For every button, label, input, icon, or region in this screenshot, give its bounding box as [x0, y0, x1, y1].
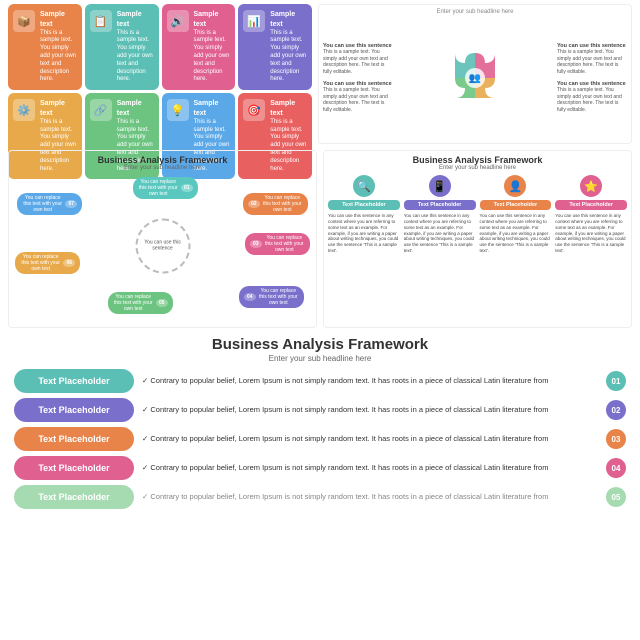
card-icon-4: 📊 [243, 10, 265, 32]
circular-title: Business Analysis Framework [13, 155, 312, 165]
card-text-2: Sample textThis is a sample text. You si… [117, 10, 154, 84]
card-icon-3: 🔊 [167, 10, 189, 32]
puzzle-right-desc-2: This is a sample text. You simply add yo… [557, 87, 627, 113]
list-num-5: 05 [606, 487, 626, 507]
bottom-section: Business Analysis Framework Enter your s… [0, 330, 640, 513]
circular-subtitle: Enter your sub headline here [13, 165, 312, 171]
col-header-4: Text Placeholder [555, 200, 627, 210]
list-row-1: Text Placeholder ✓ Contrary to popular b… [14, 369, 626, 393]
card-icon-1: 📦 [13, 10, 35, 32]
list-content-4: ✓ Contrary to popular belief, Lorem Ipsu… [142, 462, 598, 473]
col-body-2: You can use this sentence in any context… [404, 213, 476, 254]
list-content-1: ✓ Contrary to popular belief, Lorem Ipsu… [142, 375, 598, 386]
circle-center: You can use this sentence [135, 218, 190, 273]
list-num-4: 04 [606, 458, 626, 478]
puzzle-right-item-2: You can use this sentence This is a samp… [557, 81, 627, 113]
list-row-5: Text Placeholder ✓ Contrary to popular b… [14, 485, 626, 509]
col-header-2: Text Placeholder [404, 200, 476, 210]
col-icon-1: 🔍 [328, 175, 400, 197]
circ-item-3: 03 You can replace this text with your o… [245, 233, 310, 255]
svg-text:👥: 👥 [469, 73, 481, 84]
circular-diagram: You can use this sentence You can replac… [13, 173, 312, 318]
col-icon-3: 👤 [480, 175, 552, 197]
column-headers-row: Text Placeholder Text Placeholder Text P… [328, 200, 627, 210]
puzzle-right-item-1: You can use this sentence This is a samp… [557, 43, 627, 75]
list-label-4: Text Placeholder [14, 456, 134, 480]
card-icon-8: 🎯 [243, 99, 265, 121]
column-title: Business Analysis Framework [328, 155, 627, 165]
card-1: 📦 Sample textThis is a sample text. You … [8, 4, 82, 90]
puzzle-svg: 👥 [430, 33, 520, 123]
card-3: 🔊 Sample textThis is a sample text. You … [162, 4, 236, 90]
bottom-subtitle: Enter your sub headline here [14, 354, 626, 363]
col-body-1: You can use this sentence in any context… [328, 213, 400, 254]
col-body-3: You can use this sentence in any context… [480, 213, 552, 254]
bottom-title: Business Analysis Framework [14, 336, 626, 353]
puzzle-panel: Enter your sub headline here You can use… [318, 4, 632, 144]
circ-item-7: You can replace this text with your own … [17, 193, 82, 215]
circ-item-4: 04 You can replace this text with your o… [239, 286, 304, 308]
list-content-3: ✓ Contrary to popular belief, Lorem Ipsu… [142, 433, 598, 444]
card-icon-6: 🔗 [90, 99, 112, 121]
circular-framework: Business Analysis Framework Enter your s… [8, 150, 317, 328]
card-2: 📋 Sample textThis is a sample text. You … [85, 4, 159, 90]
card-text-3: Sample textThis is a sample text. You si… [194, 10, 231, 84]
list-num-2: 02 [606, 400, 626, 420]
list-label-3: Text Placeholder [14, 427, 134, 451]
column-icons-row: 🔍 📱 👤 ⭐ [328, 175, 627, 197]
puzzle-right-desc-1: This is a sample text. You simply add yo… [557, 49, 627, 75]
puzzle-left-col: You can use this sentence This is a samp… [323, 43, 393, 113]
circ-item-6: You can replace this text with your own … [15, 252, 80, 274]
list-content-5: ✓ Contrary to popular belief, Lorem Ipsu… [142, 491, 598, 502]
card-text-4: Sample textThis is a sample text. You si… [270, 10, 307, 84]
list-row-2: Text Placeholder ✓ Contrary to popular b… [14, 398, 626, 422]
list-label-5: Text Placeholder [14, 485, 134, 509]
col-icon-2: 📱 [404, 175, 476, 197]
puzzle-right-col: You can use this sentence This is a samp… [557, 43, 627, 113]
list-num-1: 01 [606, 371, 626, 391]
list-row-4: Text Placeholder ✓ Contrary to popular b… [14, 456, 626, 480]
card-icon-5: ⚙️ [13, 99, 35, 121]
column-body-row: You can use this sentence in any context… [328, 213, 627, 254]
column-framework: Business Analysis Framework Enter your s… [323, 150, 632, 328]
puzzle-left-item-1: You can use this sentence This is a samp… [323, 43, 393, 75]
puzzle-center: 👥 [395, 33, 555, 123]
col-icon-4: ⭐ [555, 175, 627, 197]
col-header-3: Text Placeholder [480, 200, 552, 210]
card-icon-7: 💡 [167, 99, 189, 121]
list-label-1: Text Placeholder [14, 369, 134, 393]
list-label-2: Text Placeholder [14, 398, 134, 422]
puzzle-left-item-2: You can use this sentence This is a samp… [323, 81, 393, 113]
col-body-4: You can use this sentence in any context… [555, 213, 627, 254]
list-content-2: ✓ Contrary to popular belief, Lorem Ipsu… [142, 404, 598, 415]
puzzle-subtitle: Enter your sub headline here [323, 9, 627, 15]
circ-item-1: You can replace this text with your own … [133, 177, 198, 199]
col-header-1: Text Placeholder [328, 200, 400, 210]
puzzle-left-desc-2: This is a sample text. You simply add yo… [323, 87, 393, 113]
list-row-3: Text Placeholder ✓ Contrary to popular b… [14, 427, 626, 451]
card-4: 📊 Sample textThis is a sample text. You … [238, 4, 312, 90]
circ-item-2: 02 You can replace this text with your o… [243, 193, 308, 215]
circ-item-5: You can replace this text with your own … [108, 292, 173, 314]
puzzle-left-desc-1: This is a sample text. You simply add yo… [323, 49, 393, 75]
list-num-3: 03 [606, 429, 626, 449]
column-subtitle: Enter your sub headline here [328, 165, 627, 171]
card-text-1: Sample textThis is a sample text. You si… [40, 10, 77, 84]
card-icon-2: 📋 [90, 10, 112, 32]
